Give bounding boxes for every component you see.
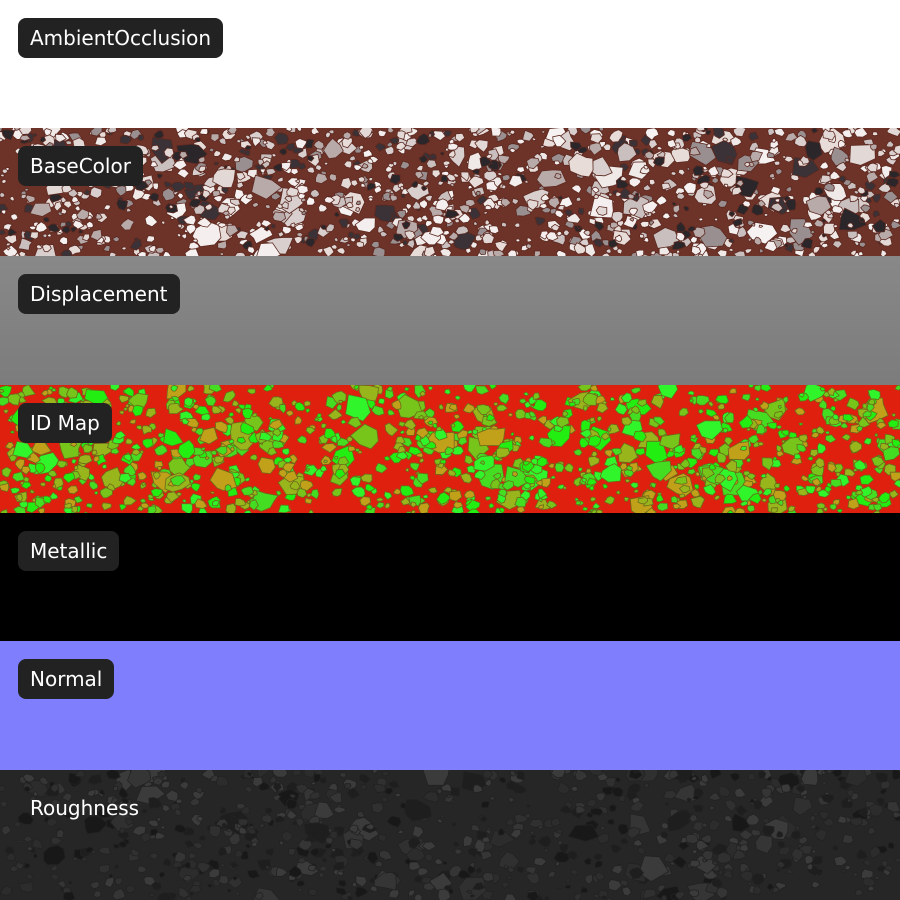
texture-map-stack: AmbientOcclusion BaseColor Displacement … bbox=[0, 0, 900, 900]
label-ambient-occlusion: AmbientOcclusion bbox=[18, 18, 224, 58]
band-roughness: Roughness bbox=[0, 770, 900, 900]
id-map-swatch bbox=[0, 385, 900, 514]
label-roughness: Roughness bbox=[30, 796, 140, 820]
label-metallic: Metallic bbox=[18, 531, 120, 571]
metallic-swatch bbox=[0, 513, 900, 642]
band-normal: Normal bbox=[0, 641, 900, 770]
label-id-map: ID Map bbox=[18, 403, 112, 443]
label-displacement: Displacement bbox=[18, 274, 180, 314]
band-id-map: ID Map bbox=[0, 385, 900, 514]
normal-swatch bbox=[0, 641, 900, 770]
label-normal: Normal bbox=[18, 659, 115, 699]
band-metallic: Metallic bbox=[0, 513, 900, 642]
label-base-color: BaseColor bbox=[18, 146, 143, 186]
band-displacement: Displacement bbox=[0, 256, 900, 385]
band-base-color: BaseColor bbox=[0, 128, 900, 257]
band-ambient-occlusion: AmbientOcclusion bbox=[0, 0, 900, 129]
